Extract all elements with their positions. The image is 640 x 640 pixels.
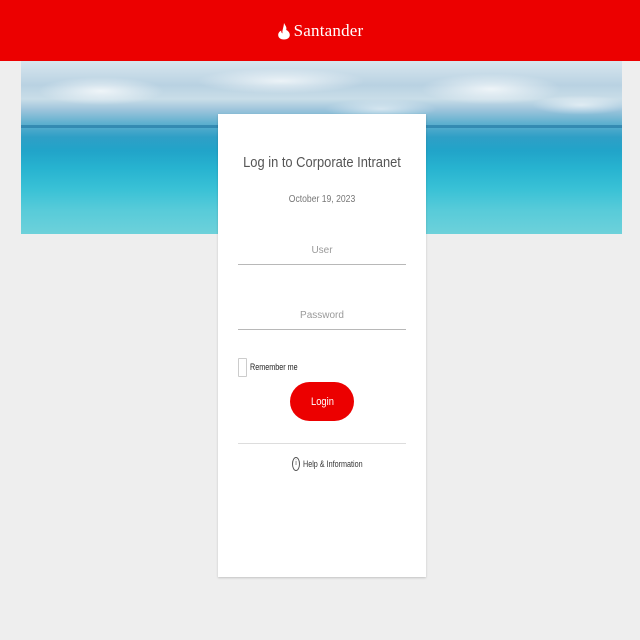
user-input[interactable]: [238, 236, 406, 265]
login-title: Log in to Corporate Intranet: [243, 154, 401, 171]
divider: [238, 443, 406, 444]
help-label[interactable]: Help & Information: [303, 459, 363, 469]
info-circle-icon: i: [292, 457, 300, 471]
login-button[interactable]: Login: [290, 382, 354, 421]
login-page: Santander Log in to Corporate Intranet O…: [0, 0, 640, 640]
help-link[interactable]: i Help & Information: [292, 456, 378, 472]
remember-me-label[interactable]: Remember me: [250, 362, 298, 372]
brand-name: Santander: [293, 20, 364, 40]
login-card: Log in to Corporate Intranet October 19,…: [218, 114, 426, 577]
remember-me-row[interactable]: Remember me: [238, 357, 310, 377]
login-button-label: Login: [310, 395, 334, 408]
brand-logo: Santander: [0, 0, 640, 61]
password-input[interactable]: [238, 301, 406, 330]
remember-me-checkbox[interactable]: [238, 357, 247, 377]
login-date: October 19, 2023: [288, 194, 356, 205]
flame-icon: [277, 22, 290, 39]
